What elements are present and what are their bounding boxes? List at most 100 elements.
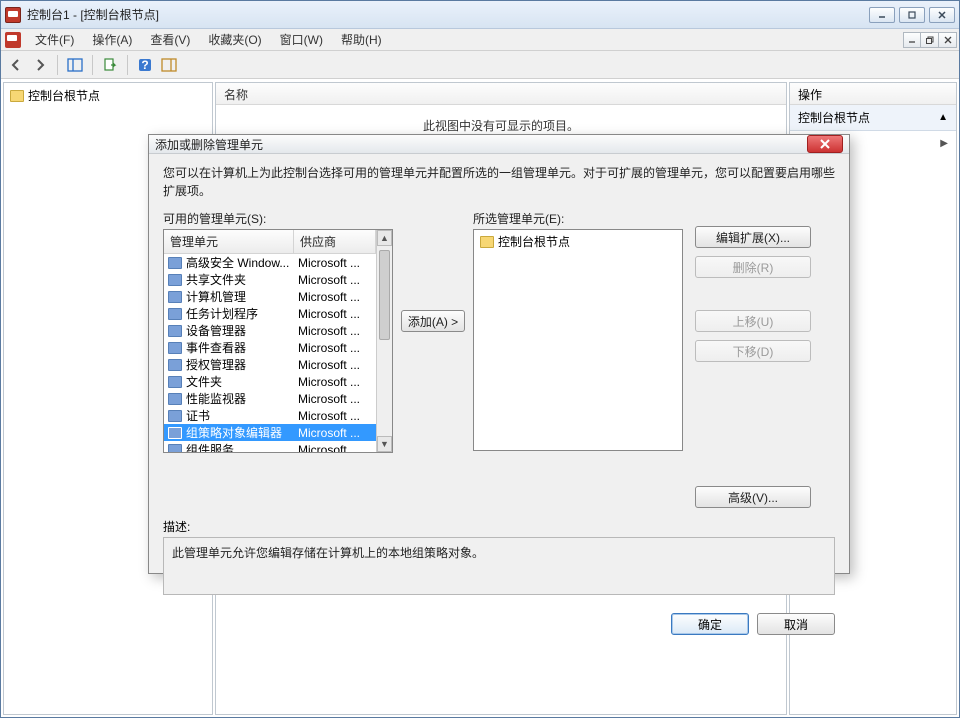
available-snapin-row[interactable]: 设备管理器Microsoft ... [164,322,376,339]
advanced-button[interactable]: 高级(V)... [695,486,811,508]
menu-action[interactable]: 操作(A) [84,28,140,51]
snapin-name: 组件服务 [186,441,298,453]
mdi-minimize-button[interactable] [903,32,921,48]
menu-window[interactable]: 窗口(W) [272,28,331,51]
available-snapins-listbox[interactable]: 管理单元 供应商 高级安全 Window...Microsoft ...共享文件… [163,229,393,453]
toolbar-separator [92,55,93,75]
available-snapin-row[interactable]: 高级安全 Window...Microsoft ... [164,254,376,271]
toolbar-separator [57,55,58,75]
scroll-down-button[interactable]: ▼ [377,436,392,452]
col-vendor[interactable]: 供应商 [294,230,376,253]
tree-root-node[interactable]: 控制台根节点 [4,83,212,108]
window-title: 控制台1 - [控制台根节点] [27,6,869,23]
mdi-app-icon[interactable] [5,32,21,48]
available-list-scrollbar[interactable]: ▲ ▼ [376,230,392,452]
snapin-name: 计算机管理 [186,288,298,305]
minimize-button[interactable] [869,7,895,23]
available-snapin-row[interactable]: 事件查看器Microsoft ... [164,339,376,356]
toolbar: ? [1,51,959,79]
remove-button[interactable]: 删除(R) [695,256,811,278]
edit-extensions-button[interactable]: 编辑扩展(X)... [695,226,811,248]
dialog-side-buttons: 编辑扩展(X)... 删除(R) 上移(U) 下移(D) 高级(V)... [683,210,811,508]
show-hide-action-pane-button[interactable] [158,54,180,76]
menubar-row: 文件(F) 操作(A) 查看(V) 收藏夹(O) 窗口(W) 帮助(H) [1,29,959,51]
window-controls [869,7,955,23]
nav-back-button[interactable] [5,54,27,76]
available-snapin-row[interactable]: 组策略对象编辑器Microsoft ... [164,424,376,441]
show-hide-tree-button[interactable] [64,54,86,76]
available-snapin-row[interactable]: 组件服务Microsoft ... [164,441,376,453]
snapin-vendor: Microsoft ... [298,341,372,355]
menu-favorites[interactable]: 收藏夹(O) [200,28,269,51]
selected-snapins-label: 所选管理单元(E): [473,210,683,227]
available-snapin-row[interactable]: 共享文件夹Microsoft ... [164,271,376,288]
snapin-name: 性能监视器 [186,390,298,407]
dialog-description: 您可以在计算机上为此控制台选择可用的管理单元并配置所选的一组管理单元。对于可扩展… [163,164,835,200]
col-snapin[interactable]: 管理单元 [164,230,294,253]
dialog-titlebar[interactable]: 添加或删除管理单元 [149,135,849,154]
mdi-close-button[interactable] [939,32,957,48]
add-button[interactable]: 添加(A) > [401,310,465,332]
available-snapins-column: 可用的管理单元(S): 管理单元 供应商 高级安全 Window...Micro… [163,210,393,453]
snapin-vendor: Microsoft ... [298,290,372,304]
menu-file[interactable]: 文件(F) [27,28,82,51]
available-snapin-row[interactable]: 计算机管理Microsoft ... [164,288,376,305]
scroll-up-button[interactable]: ▲ [377,230,392,246]
selected-root-label: 控制台根节点 [498,233,570,250]
selected-snapins-column: 所选管理单元(E): 控制台根节点 [473,210,683,451]
scroll-thumb[interactable] [379,250,390,340]
snapin-name: 任务计划程序 [186,305,298,322]
collapse-icon: ▲ [938,112,948,123]
results-column-name[interactable]: 名称 [216,83,786,105]
available-snapin-row[interactable]: 授权管理器Microsoft ... [164,356,376,373]
snapin-icon [168,257,182,269]
dialog-close-button[interactable] [807,135,843,153]
available-snapin-row[interactable]: 证书Microsoft ... [164,407,376,424]
available-list-header[interactable]: 管理单元 供应商 [164,230,376,254]
snapin-name: 组策略对象编辑器 [186,424,298,441]
snapin-name: 共享文件夹 [186,271,298,288]
snapin-icon [168,427,182,439]
export-list-button[interactable] [99,54,121,76]
description-box: 此管理单元允许您编辑存储在计算机上的本地组策略对象。 [163,537,835,595]
selected-root-node[interactable]: 控制台根节点 [474,230,682,253]
snapin-icon [168,325,182,337]
snapin-icon [168,359,182,371]
mdi-restore-button[interactable] [921,32,939,48]
snapin-icon [168,410,182,422]
ok-button[interactable]: 确定 [671,613,749,635]
close-button[interactable] [929,7,955,23]
menu-help[interactable]: 帮助(H) [333,28,390,51]
move-down-button[interactable]: 下移(D) [695,340,811,362]
toolbar-separator [127,55,128,75]
available-snapin-row[interactable]: 文件夹Microsoft ... [164,373,376,390]
snapin-vendor: Microsoft ... [298,307,372,321]
snapin-vendor: Microsoft ... [298,256,372,270]
selected-snapins-listbox[interactable]: 控制台根节点 [473,229,683,451]
nav-forward-button[interactable] [29,54,51,76]
snapin-name: 设备管理器 [186,322,298,339]
snapin-name: 高级安全 Window... [186,254,298,271]
folder-icon [480,236,494,248]
mdi-window-controls [903,29,959,50]
snapin-name: 事件查看器 [186,339,298,356]
move-up-button[interactable]: 上移(U) [695,310,811,332]
help-button[interactable]: ? [134,54,156,76]
snapin-vendor: Microsoft ... [298,273,372,287]
snapin-name: 授权管理器 [186,356,298,373]
snapin-vendor: Microsoft ... [298,443,372,454]
actions-pane-header: 操作 [790,83,956,105]
dialog-footer: 确定 取消 [149,605,849,647]
snapin-vendor: Microsoft ... [298,392,372,406]
titlebar[interactable]: 控制台1 - [控制台根节点] [1,1,959,29]
cancel-button[interactable]: 取消 [757,613,835,635]
snapin-vendor: Microsoft ... [298,409,372,423]
add-remove-snapin-dialog: 添加或删除管理单元 您可以在计算机上为此控制台选择可用的管理单元并配置所选的一组… [148,134,850,574]
available-snapin-row[interactable]: 任务计划程序Microsoft ... [164,305,376,322]
menu-view[interactable]: 查看(V) [142,28,198,51]
actions-section[interactable]: 控制台根节点 ▲ [790,105,956,131]
folder-icon [10,90,24,102]
maximize-button[interactable] [899,7,925,23]
actions-section-label: 控制台根节点 [798,109,870,126]
available-snapin-row[interactable]: 性能监视器Microsoft ... [164,390,376,407]
